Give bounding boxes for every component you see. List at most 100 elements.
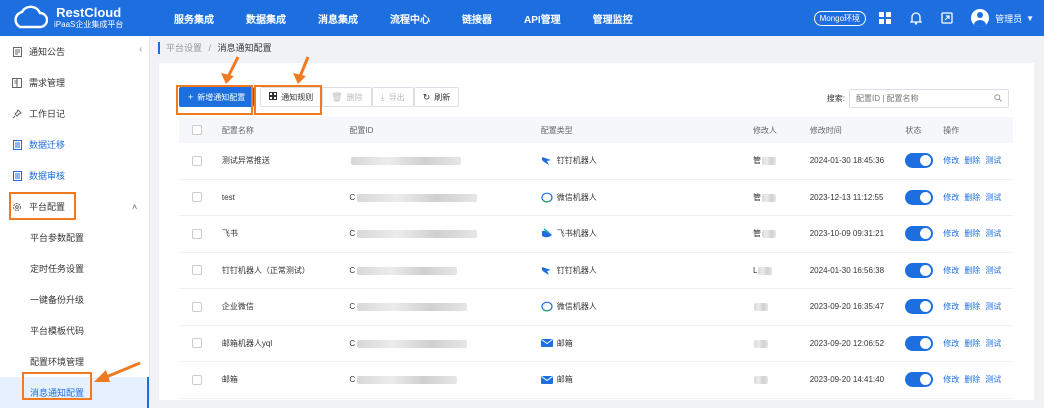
status-toggle[interactable] [905, 226, 934, 242]
nav-connector[interactable]: 链接器 [446, 11, 508, 26]
table-row[interactable]: 邮箱机器人yql C 邮箱 2023-09-20 12:06:52 修改 删除 测试 [179, 326, 1013, 362]
search-icon[interactable] [994, 93, 1002, 104]
config-type-cell: 飞书机器人 [541, 228, 753, 240]
sidebar-item-notice[interactable]: 通知公告 [0, 36, 149, 67]
avatar[interactable] [971, 9, 990, 27]
actions-cell: 修改 删除 测试 [943, 301, 1013, 312]
delete-button[interactable]: 🗑 删除 [322, 87, 372, 107]
status-toggle[interactable] [905, 299, 934, 315]
status-toggle[interactable] [905, 262, 934, 278]
edit-link[interactable]: 修改 [943, 229, 959, 238]
nav-data-integration[interactable]: 数据集成 [230, 11, 302, 26]
sidebar-item-label: 通知公告 [29, 47, 66, 57]
test-link[interactable]: 测试 [985, 156, 1001, 165]
column-header[interactable]: 修改时间 [810, 125, 906, 136]
config-name-cell: 邮箱 [221, 375, 238, 385]
edit-link[interactable]: 修改 [943, 193, 959, 202]
row-checkbox[interactable] [192, 265, 202, 276]
delete-link[interactable]: 删除 [964, 375, 980, 384]
select-all-checkbox[interactable] [192, 125, 202, 135]
chevron-down-icon[interactable]: ▼ [1026, 14, 1034, 23]
annotation-arrow-icon [94, 361, 141, 382]
sidebar-collapse-button[interactable]: ‹ [139, 44, 142, 55]
delete-link[interactable]: 删除 [964, 339, 980, 348]
notify-config-table: 配置名称 配置ID 配置类型 修改人 修改时间 状态 操作 测试异常推送 钉钉机… [179, 117, 1013, 399]
table-row[interactable]: 企业微信 C 微信机器人 2023-09-20 16:35:47 修改 删除 测试 [179, 289, 1013, 326]
status-toggle[interactable] [905, 372, 934, 388]
test-link[interactable]: 测试 [985, 375, 1001, 384]
actions-cell: 修改 删除 测试 [943, 265, 1013, 276]
sidebar-subitem-template-code[interactable]: 平台模板代码 [0, 315, 149, 346]
test-link[interactable]: 测试 [985, 339, 1001, 348]
redacted-modifier [753, 303, 768, 312]
export-screen-icon[interactable] [940, 11, 954, 25]
row-checkbox[interactable] [192, 338, 202, 349]
redacted-id [357, 376, 458, 385]
nav-monitoring[interactable]: 管理监控 [577, 11, 649, 26]
table-header: 配置名称 配置ID 配置类型 修改人 修改时间 状态 操作 [179, 117, 1013, 143]
edit-link[interactable]: 修改 [943, 339, 959, 348]
column-header[interactable]: 配置ID [349, 125, 540, 136]
config-type-label: 钉钉机器人 [556, 156, 597, 166]
column-header[interactable]: 配置名称 [222, 125, 350, 136]
nav-process-center[interactable]: 流程中心 [374, 11, 446, 26]
config-type-cell: 钉钉机器人 [541, 264, 753, 276]
refresh-button[interactable]: ↻ 刷新 [413, 87, 460, 107]
test-link[interactable]: 测试 [985, 266, 1001, 275]
row-checkbox[interactable] [192, 301, 202, 312]
edit-link[interactable]: 修改 [943, 266, 959, 275]
status-toggle[interactable] [905, 189, 934, 205]
config-id-prefix: C [349, 192, 356, 202]
config-id-cell: C [349, 229, 540, 238]
table-row[interactable]: 邮箱 C 邮箱 2023-09-20 14:41:40 修改 删除 测试 [179, 362, 1013, 399]
table-row[interactable]: 飞书 C 飞书机器人 管 2023-10-09 09:31:21 修改 删除 测试 [179, 216, 1013, 253]
edit-link[interactable]: 修改 [943, 156, 959, 165]
sidebar-subitem-platform-params[interactable]: 平台参数配置 [0, 222, 149, 253]
sidebar-item-requirements[interactable]: 需求管理 [0, 67, 149, 98]
status-toggle[interactable] [905, 335, 934, 351]
test-link[interactable]: 测试 [985, 229, 1001, 238]
table-row[interactable]: test C 微信机器人 管 2023-12-13 11:12:55 修改 删除测… [179, 180, 1013, 216]
config-id-prefix: C [349, 229, 356, 239]
delete-link[interactable]: 删除 [964, 156, 980, 165]
row-checkbox[interactable] [192, 192, 202, 203]
row-checkbox[interactable] [192, 374, 202, 385]
env-switch-button[interactable]: Mongo环境 [813, 10, 867, 26]
nav-service-integration[interactable]: 服务集成 [158, 11, 230, 26]
nav-api-management[interactable]: API管理 [508, 11, 577, 26]
brand-logo[interactable]: RestCloud iPaaS企业集成平台 [0, 0, 150, 36]
search-input[interactable] [856, 94, 986, 103]
delete-link[interactable]: 删除 [964, 302, 980, 311]
edit-link[interactable]: 修改 [943, 302, 959, 311]
edit-link[interactable]: 修改 [943, 375, 959, 384]
bell-icon[interactable] [909, 11, 923, 25]
modified-time-cell: 2023-09-20 16:35:47 [809, 302, 885, 312]
test-link[interactable]: 测试 [985, 302, 1001, 311]
table-row[interactable]: 钉钉机器人（正常测试） C 钉钉机器人 L 2024-01-30 16:56:3… [179, 253, 1013, 289]
row-checkbox[interactable] [192, 155, 202, 166]
chevron-up-icon[interactable]: ˄ [132, 202, 137, 212]
actions-cell: 修改 删除 测试 [943, 228, 1013, 239]
user-menu[interactable]: 管理员 [995, 12, 1022, 25]
delete-link[interactable]: 删除 [964, 266, 980, 275]
grid-apps-icon[interactable] [878, 11, 892, 25]
sidebar-item-data-migration[interactable]: 数据迁移 [0, 129, 149, 160]
nav-message-integration[interactable]: 消息集成 [302, 11, 374, 26]
delete-link[interactable]: 删除 [964, 229, 980, 238]
test-link[interactable]: 测试 [985, 193, 1001, 202]
column-header[interactable]: 配置类型 [541, 125, 753, 136]
table-row[interactable]: 测试异常推送 钉钉机器人 管 2024-01-30 18:45:36 修改 删除测… [179, 143, 1013, 180]
delete-link[interactable]: 删除 [964, 193, 980, 202]
sidebar-item-data-audit[interactable]: 数据审核 [0, 160, 149, 191]
row-checkbox[interactable] [192, 228, 202, 239]
sidebar-subitem-scheduled-tasks[interactable]: 定时任务设置 [0, 253, 149, 284]
breadcrumb-parent[interactable]: 平台设置 [166, 43, 202, 53]
column-header[interactable]: 修改人 [753, 125, 810, 136]
sidebar-item-work-diary[interactable]: 工作日记 [0, 98, 149, 129]
sidebar-item-label: 数据审核 [29, 171, 66, 181]
pin-icon [12, 108, 22, 119]
status-toggle[interactable] [905, 153, 934, 169]
sidebar-subitem-backup-upgrade[interactable]: 一键备份升级 [0, 284, 149, 315]
export-button[interactable]: ⤓ 导出 [371, 87, 414, 107]
modified-time-cell: 2023-12-13 11:12:55 [809, 192, 884, 202]
